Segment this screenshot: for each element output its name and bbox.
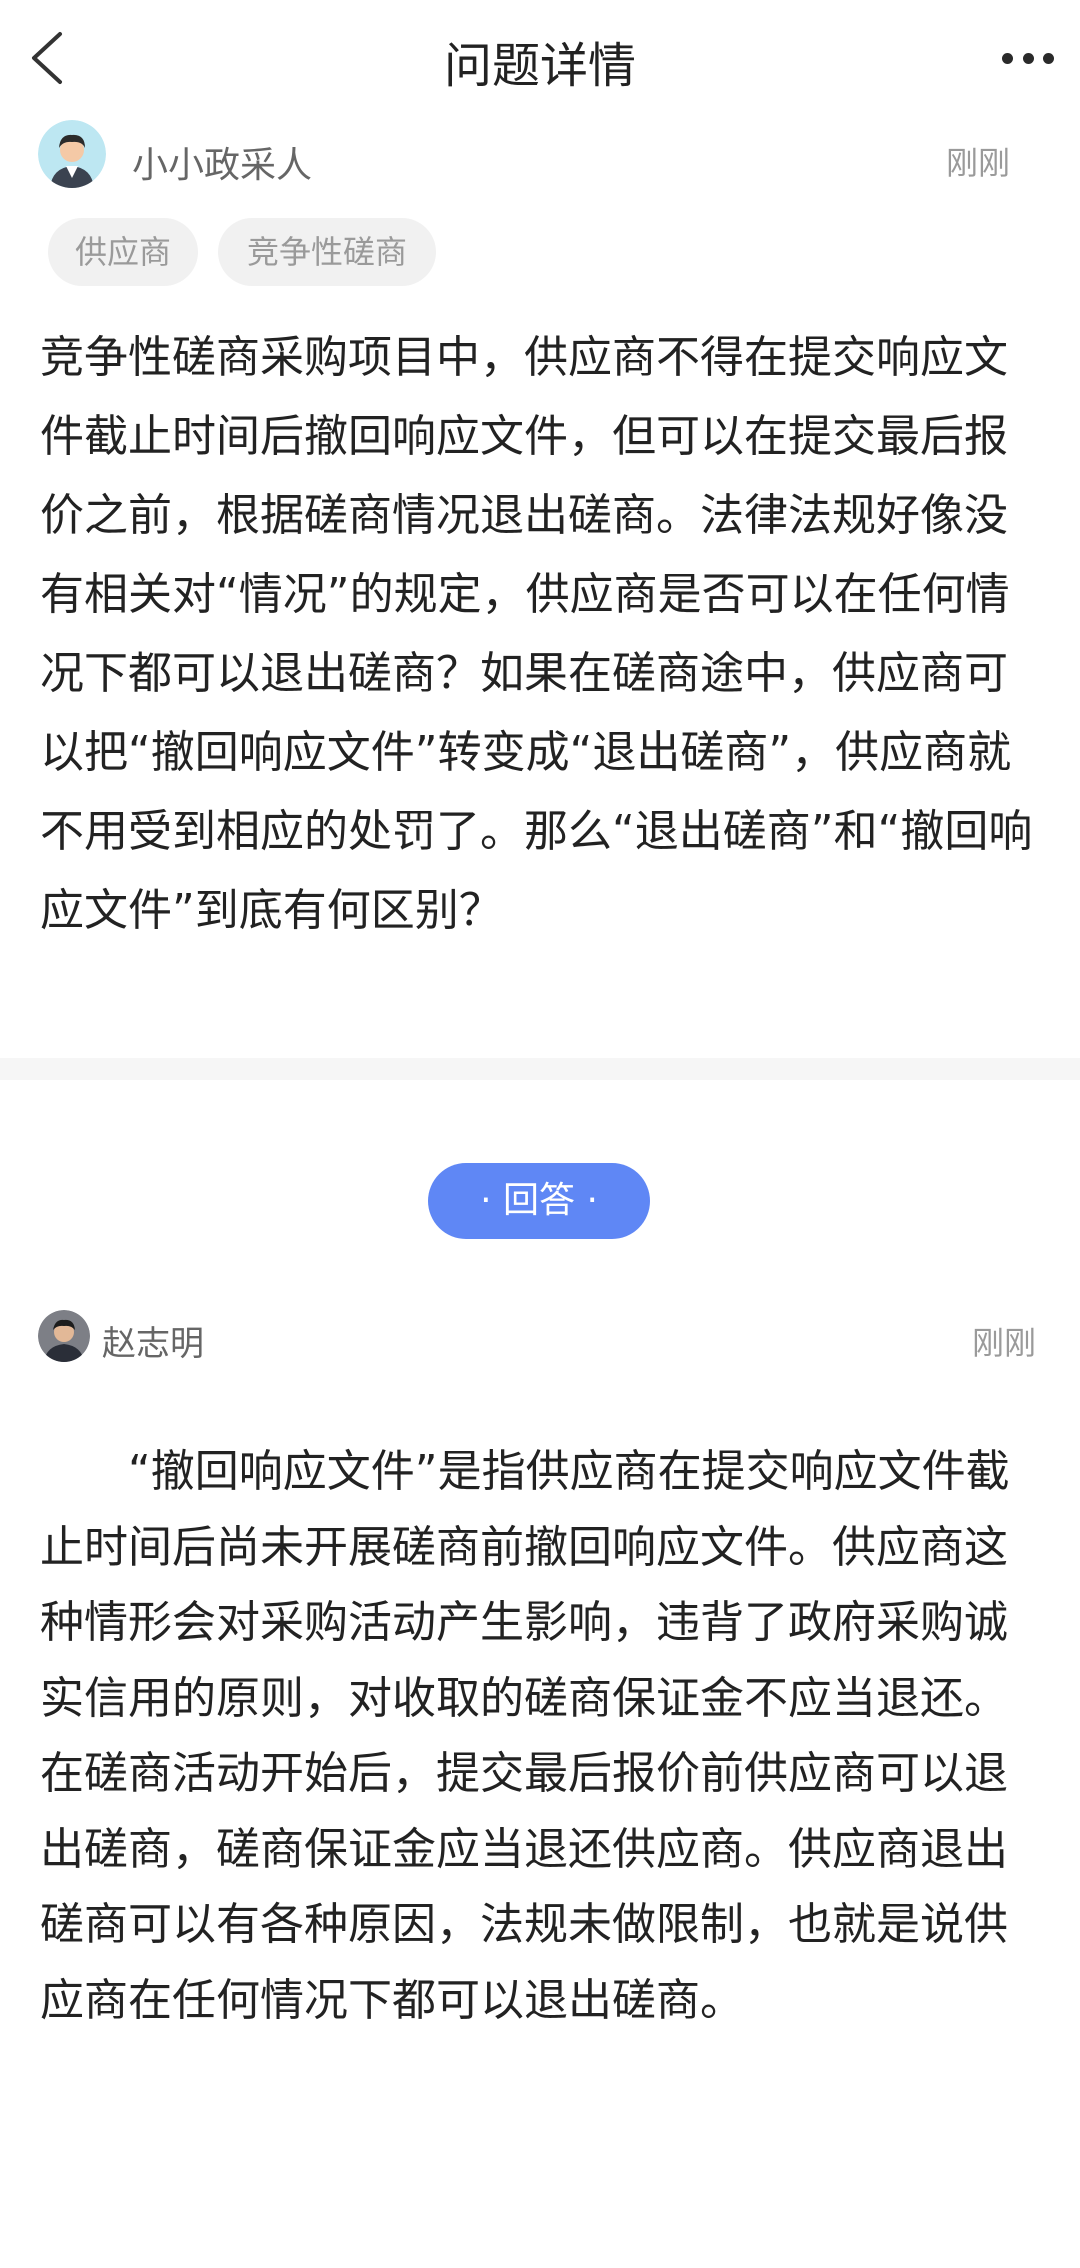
question-author-row: 小小政采人 刚刚 [0,118,1080,218]
answer-content: “撤回响应文件”是指供应商在提交响应文件截止时间后尚未开展磋商前撤回响应文件。供… [40,1446,1010,2026]
user-avatar-icon [38,120,106,188]
user-avatar-icon [38,1310,90,1362]
tag-competitive-negotiation[interactable]: 竞争性磋商 [218,218,436,286]
tag-list: 供应商 竞争性磋商 [0,218,1080,314]
question-time: 刚刚 [945,144,1010,182]
more-button[interactable] [1002,44,1054,72]
section-divider [0,1058,1080,1080]
tag-supplier[interactable]: 供应商 [48,218,198,286]
avatar[interactable] [38,1310,90,1362]
top-bar: 问题详情 [0,0,1080,118]
more-dots-icon [1002,52,1013,64]
answer-author-row: 赵志明 刚刚 [0,1310,1080,1370]
avatar[interactable] [38,120,106,188]
question-author-name[interactable]: 小小政采人 [132,136,312,188]
answer-time: 刚刚 [971,1324,1036,1362]
page-title: 问题详情 [443,38,636,94]
answer-label: · 回答 · [428,1163,650,1239]
question-content: 竞争性磋商采购项目中，供应商不得在提交响应文件截止时间后撤回响应文件，但可以在提… [40,332,1033,936]
answer-author-name[interactable]: 赵志明 [102,1316,204,1365]
